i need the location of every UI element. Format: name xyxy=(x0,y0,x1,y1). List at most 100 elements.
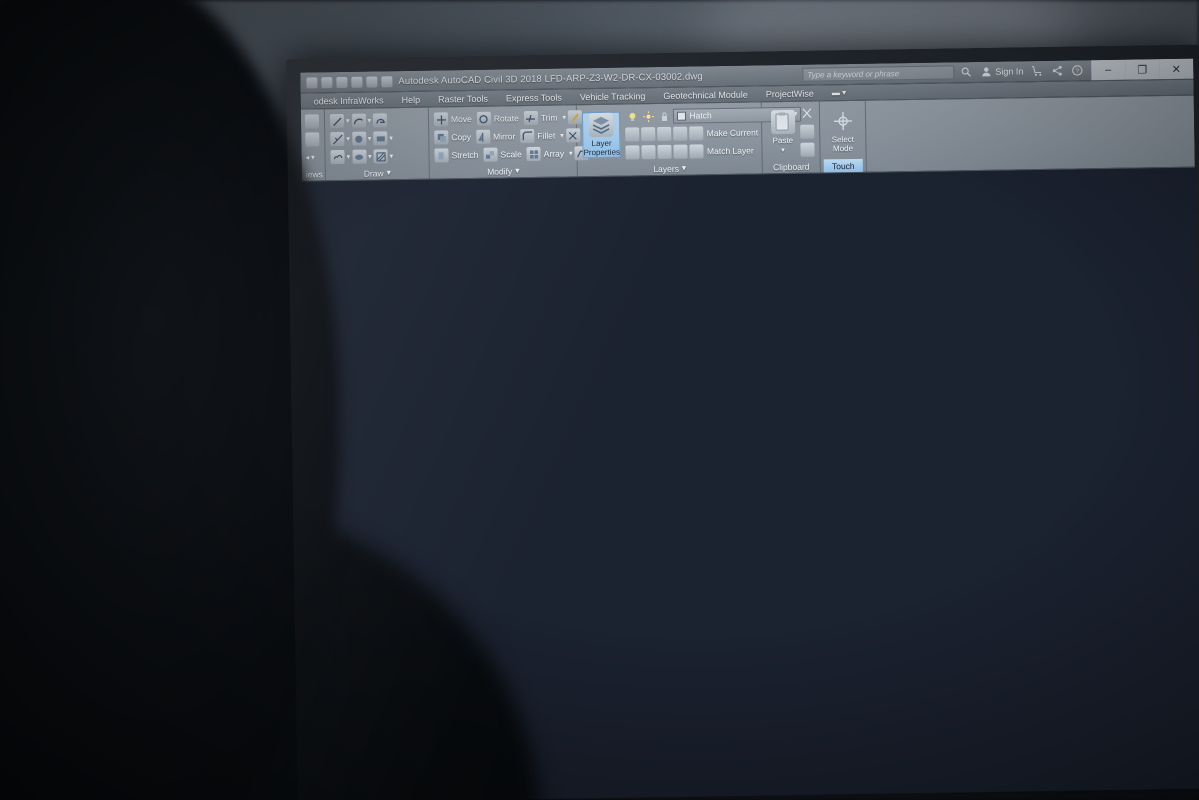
rect-dropdown-icon[interactable]: ▾ xyxy=(389,134,393,142)
panel-modify-title[interactable]: Modify ▾ xyxy=(433,163,574,178)
cut-icon[interactable] xyxy=(800,107,814,121)
line-dropdown-icon[interactable]: ▾ xyxy=(346,117,350,125)
array-button[interactable]: Array xyxy=(526,146,568,162)
tab-infraworks[interactable]: odesk InfraWorks xyxy=(305,95,393,106)
infocenter-search-icon[interactable] xyxy=(960,66,972,78)
quick-access-toolbar[interactable] xyxy=(300,75,393,89)
help-icon[interactable]: ? xyxy=(1071,64,1083,76)
layer-tool-7-icon[interactable] xyxy=(657,144,673,160)
open-icon[interactable] xyxy=(321,76,333,88)
layer-tool-6-icon[interactable] xyxy=(641,145,657,160)
fillet-button[interactable]: Fillet xyxy=(520,128,558,144)
ellipse-dropdown-icon[interactable]: ▾ xyxy=(368,153,372,161)
layer-tool-5-icon[interactable] xyxy=(625,145,641,160)
window-controls[interactable]: – ❐ ✕ xyxy=(1091,58,1194,81)
move-button[interactable]: Move xyxy=(433,112,475,127)
trim-dropdown-icon[interactable]: ▾ xyxy=(562,113,566,121)
save-icon[interactable] xyxy=(336,76,348,88)
hatch-icon[interactable] xyxy=(373,149,388,164)
stretch-button[interactable]: Stretch xyxy=(434,148,481,163)
cart-icon[interactable] xyxy=(1031,65,1043,77)
sun-icon[interactable] xyxy=(641,109,655,123)
array-dropdown-icon[interactable]: ▾ xyxy=(569,149,573,157)
fillet-dropdown-icon[interactable]: ▾ xyxy=(560,132,564,140)
match-layer-button[interactable]: Match Layer xyxy=(689,143,757,159)
tab-projectwise[interactable]: ProjectWise xyxy=(757,88,823,99)
stretch-icon xyxy=(434,148,449,163)
line-icon[interactable] xyxy=(329,113,345,129)
xline-dropdown-icon[interactable]: ▾ xyxy=(346,135,350,143)
view-icon-2[interactable] xyxy=(305,132,320,147)
chevron-down-icon[interactable]: ▾ xyxy=(387,167,391,178)
search-input[interactable]: Type a keyword or phrase xyxy=(802,65,955,82)
match-layer-label: Match Layer xyxy=(706,145,754,157)
panel-layers-label: Layers xyxy=(653,163,679,174)
circle-icon[interactable] xyxy=(351,131,366,146)
drawing-restore-button[interactable]: ❐ xyxy=(1125,171,1134,182)
select-mode-button[interactable]: Select Mode xyxy=(825,109,861,154)
mirror-label: Mirror xyxy=(493,131,516,142)
circle-dropdown-icon[interactable]: ▾ xyxy=(368,135,372,143)
layer-tool-1-icon[interactable] xyxy=(625,127,640,142)
hatch-dropdown-icon[interactable]: ▾ xyxy=(390,152,394,160)
chevron-down-icon[interactable]: ▾ xyxy=(781,147,785,154)
polyline-icon[interactable] xyxy=(372,113,388,128)
paste-label: Paste ▾ xyxy=(773,135,794,154)
make-current-button[interactable]: Make Current xyxy=(689,125,762,141)
chevron-down-icon[interactable]: ▾ xyxy=(515,165,519,176)
arc-icon[interactable] xyxy=(351,113,366,128)
tab-geotechnical-module[interactable]: Geotechnical Module xyxy=(654,89,757,101)
view-icon-1[interactable] xyxy=(304,114,320,129)
scale-button[interactable]: Scale xyxy=(483,147,524,162)
tab-raster-tools[interactable]: Raster Tools xyxy=(429,93,497,104)
new-icon[interactable] xyxy=(306,76,318,89)
cloud-dropdown-icon[interactable]: ▾ xyxy=(347,153,351,161)
panel-touch: Select Mode Touch xyxy=(819,100,867,173)
panel-layers-title[interactable]: Layers ▾ xyxy=(581,160,759,176)
paste-label-text: Paste xyxy=(772,135,794,145)
sign-in-label: Sign In xyxy=(995,66,1024,77)
tool-palette[interactable] xyxy=(1156,173,1177,182)
maximize-button[interactable]: ❐ xyxy=(1125,59,1160,80)
panel-draw-title[interactable]: Draw ▾ xyxy=(329,166,426,181)
paste-button[interactable]: Paste ▾ xyxy=(767,109,799,154)
undo-icon[interactable] xyxy=(366,75,378,88)
share-icon[interactable] xyxy=(1051,65,1063,77)
chevron-down-icon[interactable]: ▾ xyxy=(682,163,686,174)
redo-icon[interactable] xyxy=(381,75,393,87)
tab-express-tools[interactable]: Express Tools xyxy=(497,92,571,103)
close-button[interactable]: ✕ xyxy=(1159,58,1194,80)
panel-views: ◂ ▾ iews xyxy=(302,109,326,181)
drawing-window-controls[interactable]: – ❐ ✕ xyxy=(1110,170,1151,181)
layer-tool-3-icon[interactable] xyxy=(657,126,672,142)
minimize-button[interactable]: – xyxy=(1091,59,1126,81)
ellipse-icon[interactable] xyxy=(351,149,367,164)
copy-button[interactable]: Copy xyxy=(434,130,474,145)
move-label: Move xyxy=(450,113,472,125)
svg-text:?: ? xyxy=(1075,68,1079,75)
layer-tool-4-icon[interactable] xyxy=(673,126,688,141)
construction-line-icon[interactable] xyxy=(330,131,345,147)
lightbulb-icon[interactable] xyxy=(625,109,639,123)
revision-cloud-icon[interactable] xyxy=(330,149,345,165)
paste-special-icon[interactable] xyxy=(800,142,815,157)
rectangle-icon[interactable] xyxy=(373,131,388,146)
plot-icon[interactable] xyxy=(351,76,363,88)
rotate-button[interactable]: Rotate xyxy=(476,111,522,126)
sign-in-button[interactable]: Sign In xyxy=(980,65,1023,78)
lock-icon[interactable] xyxy=(657,109,671,123)
layer-properties-button[interactable]: Layer Properties xyxy=(581,111,622,159)
copy-clip-icon[interactable] xyxy=(800,124,815,139)
arc-dropdown-icon[interactable]: ▾ xyxy=(367,117,371,125)
select-mode-icon xyxy=(830,109,854,133)
ribbon-overflow-icon[interactable]: ▬ ▾ xyxy=(823,88,855,98)
mirror-button[interactable]: Mirror xyxy=(476,129,518,144)
drawing-close-button[interactable]: ✕ xyxy=(1142,170,1151,181)
tab-help[interactable]: Help xyxy=(392,94,429,105)
view-icon-3[interactable]: ◂ ▾ xyxy=(306,153,315,161)
layer-tool-2-icon[interactable] xyxy=(641,127,656,142)
tab-vehicle-tracking[interactable]: Vehicle Tracking xyxy=(571,91,655,102)
layer-tool-8-icon[interactable] xyxy=(673,144,689,159)
trim-button[interactable]: Trim xyxy=(523,110,561,126)
drawing-minimize-button[interactable]: – xyxy=(1110,171,1116,182)
